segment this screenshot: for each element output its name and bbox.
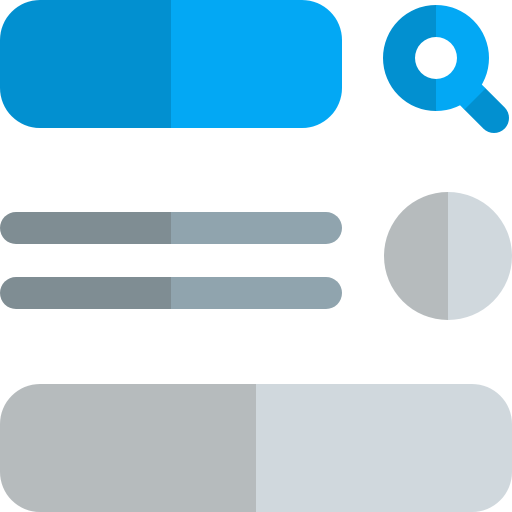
search-icon: [383, 5, 509, 133]
avatar-circle: [384, 192, 512, 320]
text-line-2: [0, 277, 342, 309]
bottom-button-bar: [0, 384, 512, 512]
search-form-layout-icon: [0, 0, 512, 512]
text-line-1: [0, 212, 342, 244]
search-input-bar: [0, 0, 342, 128]
